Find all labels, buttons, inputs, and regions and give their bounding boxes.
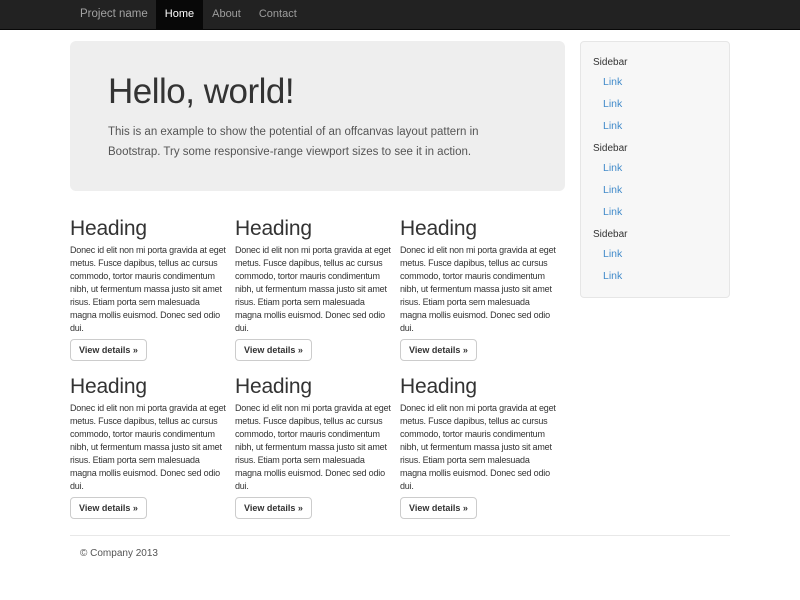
- cards-row-2: Heading Donec id elit non mi porta gravi…: [70, 375, 565, 519]
- card-heading: Heading: [400, 375, 558, 398]
- footer-copyright: © Company 2013: [70, 536, 730, 559]
- sidebar-link[interactable]: Link: [593, 71, 717, 93]
- sidebar-link[interactable]: Link: [593, 201, 717, 223]
- sidebar-group-heading: Sidebar: [593, 137, 717, 157]
- view-details-button[interactable]: View details »: [400, 497, 477, 519]
- cards-row-1: Heading Donec id elit non mi porta gravi…: [70, 217, 565, 361]
- card-heading: Heading: [235, 217, 393, 240]
- navbar-container: Project name Home About Contact: [70, 0, 730, 29]
- sidebar-link[interactable]: Link: [593, 265, 717, 287]
- card-body-text: Donec id elit non mi porta gravida at eg…: [235, 402, 393, 493]
- card-body-text: Donec id elit non mi porta gravida at eg…: [235, 244, 393, 335]
- content-container: Hello, world! This is an example to show…: [70, 30, 730, 559]
- nav-item-contact[interactable]: Contact: [250, 0, 306, 29]
- sidebar-panel: Sidebar Link Link Link Sidebar Link Link…: [580, 41, 730, 298]
- sidebar-column: Sidebar Link Link Link Sidebar Link Link…: [580, 30, 730, 298]
- sidebar-link[interactable]: Link: [593, 243, 717, 265]
- card: Heading Donec id elit non mi porta gravi…: [400, 375, 565, 519]
- card-body-text: Donec id elit non mi porta gravida at eg…: [400, 402, 558, 493]
- sidebar-link[interactable]: Link: [593, 157, 717, 179]
- view-details-button[interactable]: View details »: [400, 339, 477, 361]
- nav-item-home[interactable]: Home: [156, 0, 203, 29]
- card-heading: Heading: [70, 217, 228, 240]
- sidebar-group: Sidebar Link Link Link: [593, 51, 717, 137]
- sidebar-group-heading: Sidebar: [593, 51, 717, 71]
- jumbotron: Hello, world! This is an example to show…: [70, 41, 565, 191]
- card-body-text: Donec id elit non mi porta gravida at eg…: [70, 402, 228, 493]
- card: Heading Donec id elit non mi porta gravi…: [235, 217, 400, 361]
- card: Heading Donec id elit non mi porta gravi…: [70, 375, 235, 519]
- view-details-button[interactable]: View details »: [70, 339, 147, 361]
- page: Project name Home About Contact Hello, w…: [0, 0, 800, 600]
- navbar: Project name Home About Contact: [0, 0, 800, 30]
- main-column: Hello, world! This is an example to show…: [70, 30, 565, 519]
- sidebar-link[interactable]: Link: [593, 93, 717, 115]
- card: Heading Donec id elit non mi porta gravi…: [400, 217, 565, 361]
- view-details-button[interactable]: View details »: [235, 339, 312, 361]
- view-details-button[interactable]: View details »: [70, 497, 147, 519]
- sidebar-link[interactable]: Link: [593, 179, 717, 201]
- card: Heading Donec id elit non mi porta gravi…: [235, 375, 400, 519]
- nav-item-about[interactable]: About: [203, 0, 250, 29]
- card-heading: Heading: [400, 217, 558, 240]
- card-heading: Heading: [235, 375, 393, 398]
- navbar-brand[interactable]: Project name: [70, 0, 156, 29]
- card-body-text: Donec id elit non mi porta gravida at eg…: [400, 244, 558, 335]
- card-heading: Heading: [70, 375, 228, 398]
- navbar-nav: Home About Contact: [156, 0, 306, 29]
- card-body-text: Donec id elit non mi porta gravida at eg…: [70, 244, 228, 335]
- page-title: Hello, world!: [108, 74, 527, 111]
- main-row: Hello, world! This is an example to show…: [70, 30, 730, 519]
- sidebar-link[interactable]: Link: [593, 115, 717, 137]
- sidebar-group-heading: Sidebar: [593, 223, 717, 243]
- view-details-button[interactable]: View details »: [235, 497, 312, 519]
- card: Heading Donec id elit non mi porta gravi…: [70, 217, 235, 361]
- sidebar-group: Sidebar Link Link Link: [593, 137, 717, 223]
- sidebar-group: Sidebar Link Link: [593, 223, 717, 287]
- jumbotron-lead: This is an example to show the potential…: [108, 122, 527, 162]
